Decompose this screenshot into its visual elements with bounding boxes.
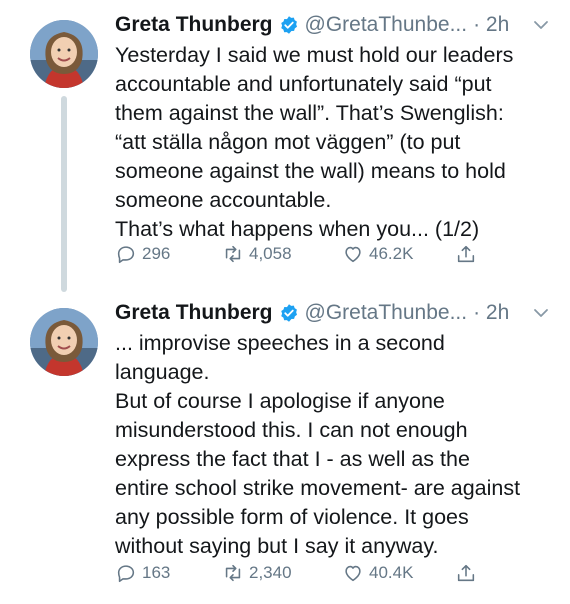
author-handle[interactable]: @GretaThunbe... (305, 13, 468, 37)
tweet-text-line: any possible form of violence. It goes (115, 505, 469, 529)
like-icon (345, 246, 361, 263)
share-button[interactable] (455, 243, 482, 265)
like-button[interactable]: 46.2K (342, 243, 413, 265)
tweet-header: Greta Thunberg @GretaThunbe... · 2h (115, 10, 550, 40)
tweet-text-line: accountable and unfortunately said “put (115, 72, 492, 96)
tweet[interactable]: Greta Thunberg @GretaThunbe... · 2h Yest… (0, 0, 570, 292)
tweet-text-line: “att ställa någon mot väggen” (to put (115, 130, 461, 154)
tweet-actions: 296 4,058 46.2K (115, 243, 535, 273)
tweet-text-line: them against the wall”. That’s Swenglish… (115, 101, 504, 125)
reply-icon (117, 246, 135, 264)
author-name[interactable]: Greta Thunberg (115, 301, 273, 325)
thread-connector-line (61, 96, 67, 292)
tweet-text-line: someone accountable. (115, 188, 332, 212)
tweet-text-line: misunderstood this. I can not enough (115, 418, 468, 442)
tweet-actions: 163 2,340 40.4K (115, 562, 535, 592)
tweet-text-line: That’s what happens when you... (1/2) (115, 217, 480, 241)
author-handle[interactable]: @GretaThunbe... (305, 301, 468, 325)
like-count: 46.2K (369, 244, 414, 263)
share-icon (457, 245, 475, 263)
avatar-image (30, 20, 98, 88)
chevron-down-icon[interactable] (532, 304, 550, 322)
tweet[interactable]: Greta Thunberg @GretaThunbe... · 2h ... … (0, 288, 570, 604)
retweet-button[interactable]: 2,340 (222, 562, 292, 584)
timestamp[interactable]: · 2h (473, 301, 509, 325)
avatar[interactable] (30, 20, 98, 88)
verified-badge-icon (280, 304, 297, 322)
tweet-header: Greta Thunberg @GretaThunbe... · 2h (115, 298, 550, 328)
tweet-text: Yesterday I said we must hold our leader… (115, 41, 555, 244)
verified-badge-icon (280, 16, 297, 34)
tweet-text-line: language. (115, 360, 210, 384)
like-count: 40.4K (369, 563, 414, 582)
retweet-button[interactable]: 4,058 (222, 243, 292, 265)
reply-button[interactable]: 163 (115, 562, 170, 584)
retweet-count: 4,058 (249, 244, 292, 263)
reply-count: 296 (142, 244, 171, 263)
retweet-icon (225, 245, 241, 263)
avatar[interactable] (30, 308, 98, 376)
like-icon (345, 565, 361, 582)
tweet-text-line: express the fact that I - as well as the (115, 447, 470, 471)
tweet-text-line: But of course I apologise if anyone (115, 389, 445, 413)
timestamp[interactable]: · 2h (473, 13, 509, 37)
tweet-text-line: without saying but I say it anyway. (115, 534, 439, 558)
tweet-text-line: Yesterday I said we must hold our leader… (115, 43, 514, 67)
chevron-down-icon[interactable] (532, 16, 550, 34)
tweet-text: ... improvise speeches in a second langu… (115, 329, 555, 561)
tweet-text-line: ... improvise speeches in a second (115, 331, 445, 355)
retweet-count: 2,340 (249, 563, 292, 582)
reply-count: 163 (142, 563, 171, 582)
avatar-image (30, 308, 98, 376)
share-button[interactable] (455, 562, 482, 584)
reply-button[interactable]: 296 (115, 243, 170, 265)
reply-icon (117, 565, 135, 583)
tweet-text-line: entire school strike movement- are again… (115, 476, 521, 500)
retweet-icon (225, 564, 241, 582)
like-button[interactable]: 40.4K (342, 562, 413, 584)
author-name[interactable]: Greta Thunberg (115, 13, 273, 37)
share-icon (457, 564, 475, 582)
tweet-text-line: someone against the wall) means to hold (115, 159, 506, 183)
